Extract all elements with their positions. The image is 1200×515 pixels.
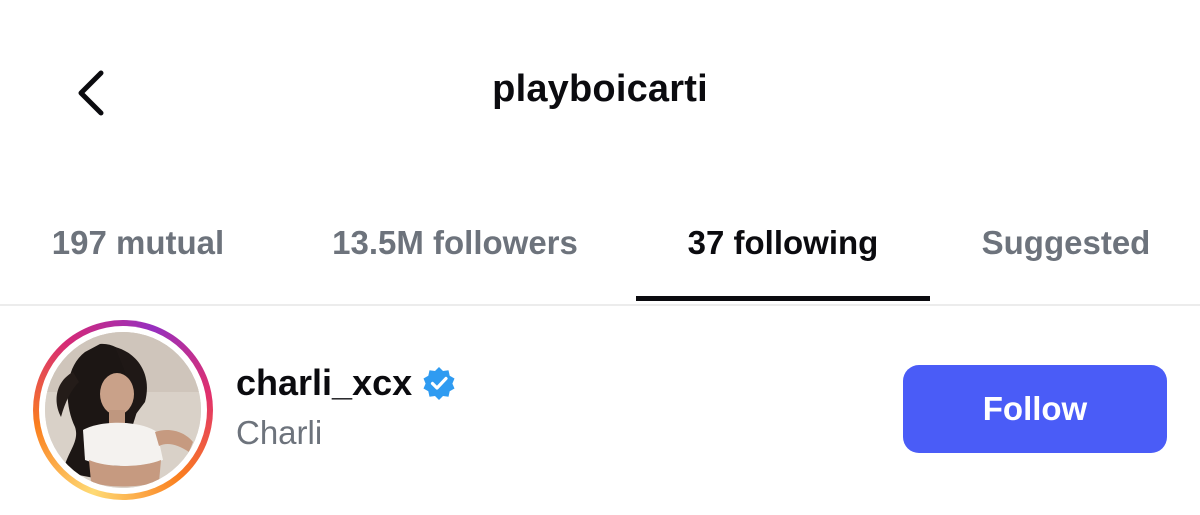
tab-followers[interactable]: 13.5M followers — [292, 212, 618, 304]
tab-following[interactable]: 37 following — [636, 212, 930, 304]
avatar — [45, 332, 201, 488]
tab-suggested[interactable]: Suggested — [948, 212, 1184, 304]
username-text: charli_xcx — [236, 362, 413, 403]
tab-following-label: 37 following — [687, 224, 879, 261]
verified-badge-icon — [423, 367, 455, 400]
avatar-photo — [45, 332, 201, 488]
tab-mutual-label: 197 mutual — [51, 224, 225, 261]
tab-suggested-label: Suggested — [981, 224, 1151, 261]
full-name: Charli — [236, 414, 323, 451]
list-item[interactable]: charli_xcx Charli Follow — [0, 304, 1200, 515]
story-ring[interactable] — [33, 320, 213, 500]
username[interactable]: charli_xcx — [236, 362, 456, 404]
follow-button[interactable]: Follow — [903, 365, 1167, 453]
tab-bar: 197 mutual 13.5M followers 37 following … — [0, 212, 1200, 306]
tab-followers-label: 13.5M followers — [332, 224, 578, 261]
active-tab-indicator — [636, 296, 930, 301]
top-bar: playboicarti — [0, 0, 1200, 185]
page-title: playboicarti — [492, 68, 708, 110]
tab-mutual[interactable]: 197 mutual — [20, 212, 256, 304]
avatar-frame — [39, 326, 207, 494]
